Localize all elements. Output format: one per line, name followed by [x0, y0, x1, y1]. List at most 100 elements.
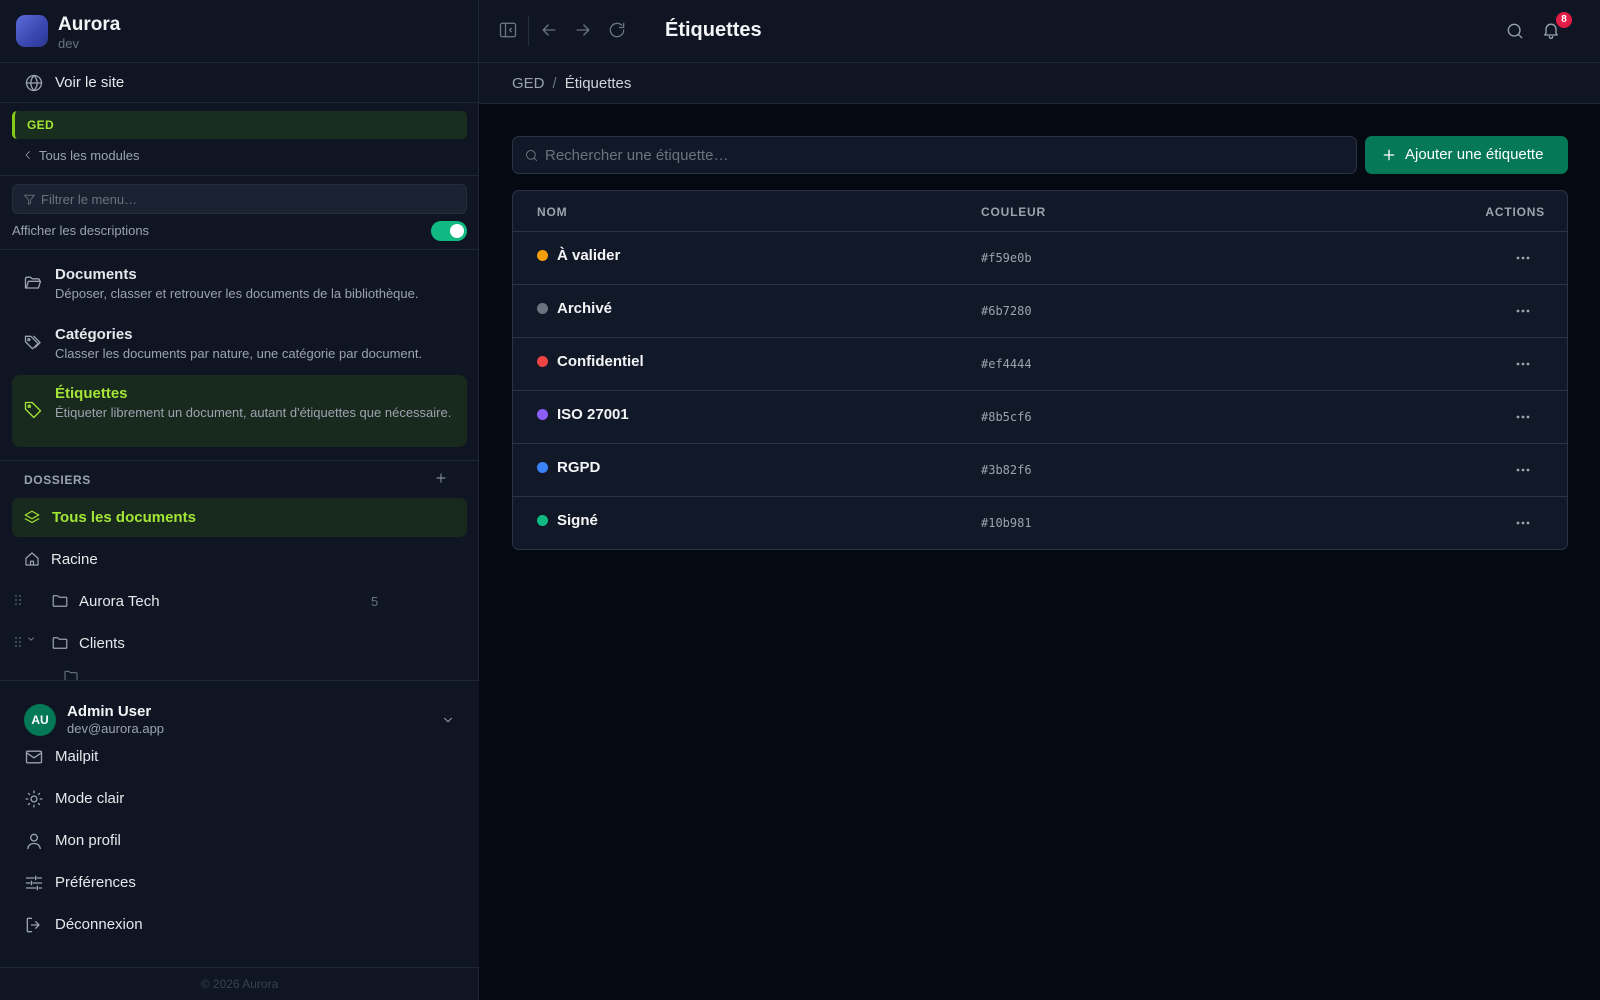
folder-root-label: Racine [51, 551, 98, 568]
menu-item-mailpit[interactable]: Mailpit [0, 737, 479, 777]
tag-name[interactable]: RGPD [557, 459, 600, 476]
table-row[interactable]: ISO 27001 #8b5cf6 [513, 391, 1567, 444]
globe-icon [24, 73, 44, 93]
brand-logo [16, 15, 48, 47]
sidebar-item-etiquettes[interactable]: Étiquettes Étiqueter librement un docume… [12, 375, 467, 447]
refresh-icon[interactable] [607, 20, 627, 40]
folder-all-label: Tous les documents [52, 509, 196, 526]
layers-icon [23, 509, 41, 527]
folder-open-icon [23, 273, 43, 293]
drag-handle-icon[interactable] [14, 594, 22, 606]
table-row[interactable]: RGPD #3b82f6 [513, 444, 1567, 497]
menu-item-preferences[interactable]: Préférences [0, 863, 479, 903]
logout-icon [24, 915, 44, 935]
table-header: NOM COULEUR ACTIONS [513, 191, 1567, 232]
topbar: Étiquettes 8 [479, 0, 1600, 63]
home-icon [23, 550, 41, 568]
menu-item-label: Mailpit [55, 748, 99, 765]
folder-icon [51, 592, 69, 610]
toggle-knob [450, 224, 464, 238]
color-swatch [537, 409, 548, 420]
table-row[interactable]: Signé #10b981 [513, 497, 1567, 549]
view-site-link[interactable]: Voir le site [0, 63, 479, 103]
folder-icon [51, 634, 69, 652]
tag-name[interactable]: Confidentiel [557, 353, 644, 370]
folder-root[interactable]: Racine [0, 539, 479, 579]
menu-filter-input[interactable] [41, 189, 441, 209]
more-actions-icon[interactable] [1511, 303, 1535, 319]
back-arrow-icon[interactable] [539, 20, 559, 40]
show-descriptions-toggle[interactable] [431, 221, 467, 241]
all-modules-label: Tous les modules [39, 148, 140, 163]
divider [0, 249, 479, 250]
color-swatch [537, 356, 548, 367]
more-actions-icon[interactable] [1511, 515, 1535, 531]
folder-label: Aurora Tech [79, 593, 160, 610]
table-row[interactable]: Confidentiel #ef4444 [513, 338, 1567, 391]
tag-name[interactable]: Archivé [557, 300, 612, 317]
divider [0, 460, 479, 461]
show-descriptions-label: Afficher les descriptions [12, 223, 150, 238]
user-name[interactable]: Admin User [67, 703, 151, 720]
column-header-name[interactable]: NOM [537, 205, 567, 219]
brand-env: dev [58, 36, 79, 51]
table-row[interactable]: Archivé #6b7280 [513, 285, 1567, 338]
sidebar-item-documents[interactable]: Documents Déposer, classer et retrouver … [12, 258, 467, 314]
sidebar-footer: © 2026 Aurora [0, 967, 479, 1000]
color-swatch [537, 303, 548, 314]
avatar[interactable]: AU [24, 704, 56, 736]
add-tag-button[interactable]: Ajouter une étiquette [1365, 136, 1568, 174]
dossiers-heading: DOSSIERS [24, 473, 91, 487]
more-actions-icon[interactable] [1511, 356, 1535, 372]
table-row[interactable]: À valider #f59e0b [513, 232, 1567, 285]
breadcrumb-parent[interactable]: GED [512, 75, 545, 92]
drag-handle-icon[interactable] [14, 636, 22, 648]
sidebar-item-title: Étiquettes [55, 385, 128, 402]
add-folder-button[interactable] [434, 471, 450, 487]
tag-name[interactable]: À valider [557, 247, 620, 264]
notification-badge: 8 [1556, 12, 1572, 28]
chevron-down-icon[interactable] [441, 713, 455, 727]
chevron-left-icon [22, 149, 34, 161]
menu-item-light-mode[interactable]: Mode clair [0, 779, 479, 819]
forward-arrow-icon[interactable] [573, 20, 593, 40]
folder-list-overflow [0, 660, 479, 680]
menu-item-label: Mode clair [55, 790, 125, 807]
folder-clients[interactable]: Clients [0, 623, 479, 663]
brand-header[interactable]: Aurora dev [0, 0, 479, 63]
divider [528, 16, 529, 46]
toggle-sidebar-icon[interactable] [498, 20, 518, 40]
user-email: dev@aurora.app [67, 721, 165, 736]
sidebar-item-description: Déposer, classer et retrouver les docume… [55, 286, 419, 301]
sun-icon [24, 789, 44, 809]
menu-item-label: Mon profil [55, 832, 121, 849]
search-icon[interactable] [1505, 21, 1525, 41]
more-actions-icon[interactable] [1511, 250, 1535, 266]
chevron-down-icon[interactable] [26, 634, 36, 644]
color-swatch [537, 250, 548, 261]
divider [0, 175, 479, 176]
sidebar-item-title: Catégories [55, 326, 133, 343]
sidebar-item-description: Classer les documents par nature, une ca… [55, 346, 423, 361]
column-header-color[interactable]: COULEUR [981, 205, 1046, 219]
tag-name[interactable]: Signé [557, 512, 598, 529]
menu-item-label: Préférences [55, 874, 136, 891]
menu-item-profile[interactable]: Mon profil [0, 821, 479, 861]
sidebar-item-description: Étiqueter librement un document, autant … [55, 405, 452, 420]
module-badge-label: GED [27, 118, 54, 132]
sidebar-item-categories[interactable]: Catégories Classer les documents par nat… [12, 318, 467, 374]
tag-name[interactable]: ISO 27001 [557, 406, 629, 423]
more-actions-icon[interactable] [1511, 462, 1535, 478]
menu-filter[interactable] [12, 184, 467, 214]
tag-search[interactable] [512, 136, 1357, 174]
folder-all-documents[interactable]: Tous les documents [12, 498, 467, 537]
folder-aurora-tech[interactable]: Aurora Tech 5 [0, 581, 479, 621]
more-actions-icon[interactable] [1511, 409, 1535, 425]
tag-search-input[interactable] [545, 145, 1335, 165]
user-icon [24, 831, 44, 851]
breadcrumb-current: Étiquettes [564, 75, 632, 92]
module-badge: GED [12, 111, 467, 139]
folder-icon [63, 668, 79, 680]
folder-label: Clients [79, 635, 125, 652]
menu-item-logout[interactable]: Déconnexion [0, 905, 479, 945]
